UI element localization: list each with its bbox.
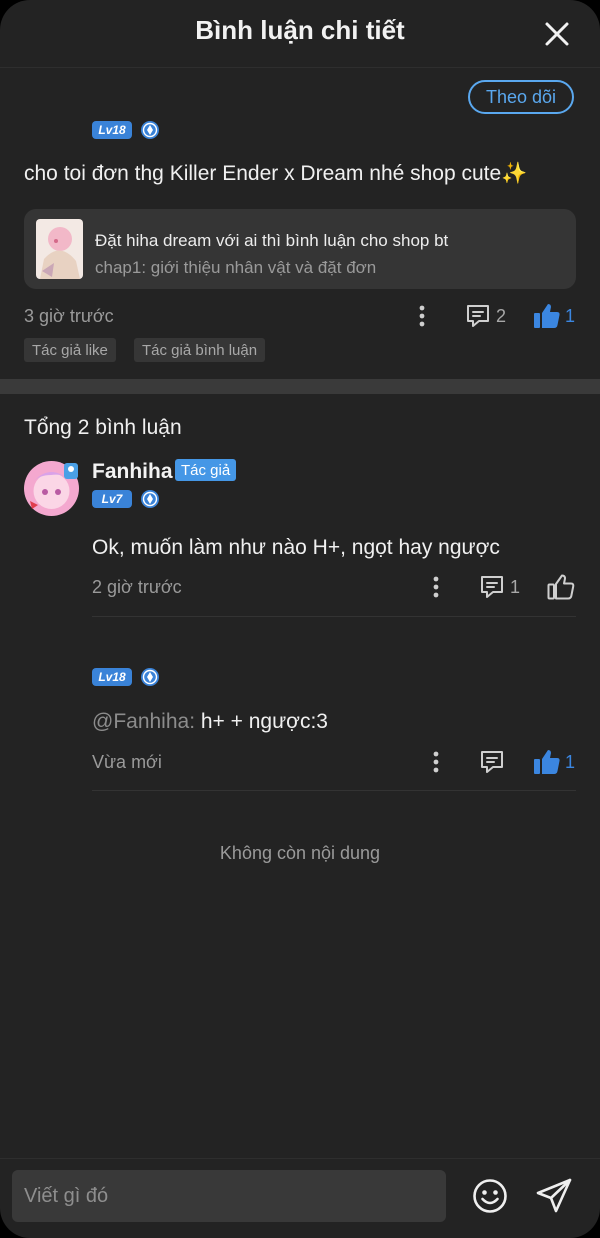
comment-text: cho toi đơn thg Killer Ender x Dream nhé… <box>24 162 528 185</box>
level-badge: Lv18 <box>92 121 132 139</box>
send-icon <box>536 1178 572 1213</box>
more-vertical-icon <box>433 576 439 598</box>
close-icon <box>545 22 569 46</box>
reply-button[interactable] <box>478 749 506 775</box>
follow-button[interactable]: Theo dõi <box>468 80 574 114</box>
like-count: 1 <box>565 752 576 772</box>
reply-text: @Fanhiha: h+ + ngược:3 <box>92 710 328 734</box>
more-options-button[interactable] <box>424 748 448 776</box>
avatar[interactable] <box>24 461 79 516</box>
more-vertical-icon <box>433 751 439 773</box>
comment-icon <box>481 751 503 773</box>
reply-button[interactable] <box>464 303 492 329</box>
comment-icon <box>481 576 503 598</box>
level-badge: Lv18 <box>92 668 132 686</box>
more-options-button[interactable] <box>410 302 434 330</box>
tag-author-like: Tác giả like <box>24 338 116 362</box>
chapter-subtitle: chap1: giới thiệu nhân vật và đặt đơn <box>95 258 377 277</box>
end-of-list-label: Không còn nội dung <box>219 843 381 863</box>
emoji-icon <box>473 1179 507 1213</box>
reply-author-name[interactable]: Fanhiha <box>92 460 173 484</box>
comment-time: 3 giờ trước <box>24 306 114 326</box>
reply-count: 1 <box>510 577 521 597</box>
comment-input[interactable] <box>12 1170 446 1222</box>
chapter-card[interactable]: Đặt hiha dream với ai thì bình luận cho … <box>24 209 576 289</box>
chapter-title: Đặt hiha dream với ai thì bình luận cho … <box>95 231 449 250</box>
section-separator <box>0 379 600 394</box>
reply-button[interactable] <box>478 574 506 600</box>
composer-divider <box>0 1158 600 1159</box>
like-button[interactable] <box>532 747 562 777</box>
thumbs-up-icon <box>534 750 560 774</box>
close-button[interactable] <box>537 14 577 54</box>
thumbs-up-icon <box>547 574 575 600</box>
reply-time: Vừa mới <box>92 752 162 772</box>
reply-time: 2 giờ trước <box>92 577 182 597</box>
reply-count: 2 <box>496 306 507 326</box>
level-badge: Lv7 <box>92 490 132 508</box>
chapter-thumbnail <box>36 219 83 279</box>
tag-author-comment: Tác giả bình luận <box>134 338 266 362</box>
mention-link[interactable]: @Fanhiha: <box>92 710 195 733</box>
page-title: Bình luận chi tiết <box>195 15 405 45</box>
thumbs-up-icon <box>534 304 560 328</box>
reply-text-body: h+ + ngược:3 <box>195 710 328 733</box>
comment-detail-sheet: Bình luận chi tiết Theo dõi Lv18 cho toi… <box>0 0 600 1238</box>
like-count: 1 <box>565 306 576 326</box>
gem-icon <box>141 121 159 139</box>
header-divider <box>0 67 600 68</box>
comment-icon <box>467 305 489 327</box>
reply-divider <box>92 616 576 617</box>
like-button[interactable] <box>546 572 576 602</box>
author-badge: Tác giả <box>175 459 237 481</box>
send-button[interactable] <box>533 1175 575 1217</box>
emoji-button[interactable] <box>470 1176 510 1216</box>
reply-divider <box>92 790 576 791</box>
gem-icon <box>141 490 159 508</box>
more-vertical-icon <box>419 305 425 327</box>
like-button[interactable] <box>532 301 562 331</box>
more-options-button[interactable] <box>424 573 448 601</box>
total-comments-label: Tổng 2 bình luận <box>24 416 182 439</box>
reply-text: Ok, muốn làm như nào H+, ngọt hay ngược <box>92 536 500 559</box>
gem-icon <box>141 668 159 686</box>
